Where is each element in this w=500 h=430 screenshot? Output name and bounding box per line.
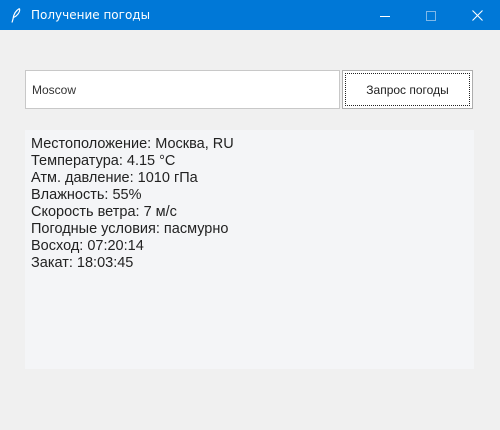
app-window: Получение погоды Moscow Запрос погоды Ме… <box>0 0 500 430</box>
query-weather-button-label: Запрос погоды <box>366 82 449 97</box>
city-input[interactable] <box>25 70 340 109</box>
result-humidity: Влажность: 55% <box>31 187 142 203</box>
result-conditions: Погодные условия: пасмурно <box>31 221 229 237</box>
result-sunrise: Восход: 07:20:14 <box>31 238 144 254</box>
title-bar[interactable]: Получение погоды <box>0 0 500 30</box>
maximize-button[interactable] <box>408 0 454 30</box>
weather-result-panel: Местоположение: Москва, RU Температура: … <box>25 130 474 369</box>
maximize-icon <box>426 6 436 25</box>
window-title: Получение погоды <box>31 8 151 22</box>
result-pressure: Атм. давление: 1010 гПа <box>31 170 198 186</box>
result-wind-speed: Скорость ветра: 7 м/с <box>31 204 177 220</box>
close-button[interactable] <box>454 0 500 30</box>
minimize-icon <box>380 6 390 25</box>
feather-icon <box>9 7 23 23</box>
result-temperature: Температура: 4.15 °C <box>31 153 176 169</box>
result-sunset: Закат: 18:03:45 <box>31 255 134 271</box>
result-location: Местоположение: Москва, RU <box>31 136 234 152</box>
query-weather-button[interactable]: Запрос погоды <box>342 70 473 109</box>
close-icon <box>471 6 483 25</box>
minimize-button[interactable] <box>362 0 408 30</box>
